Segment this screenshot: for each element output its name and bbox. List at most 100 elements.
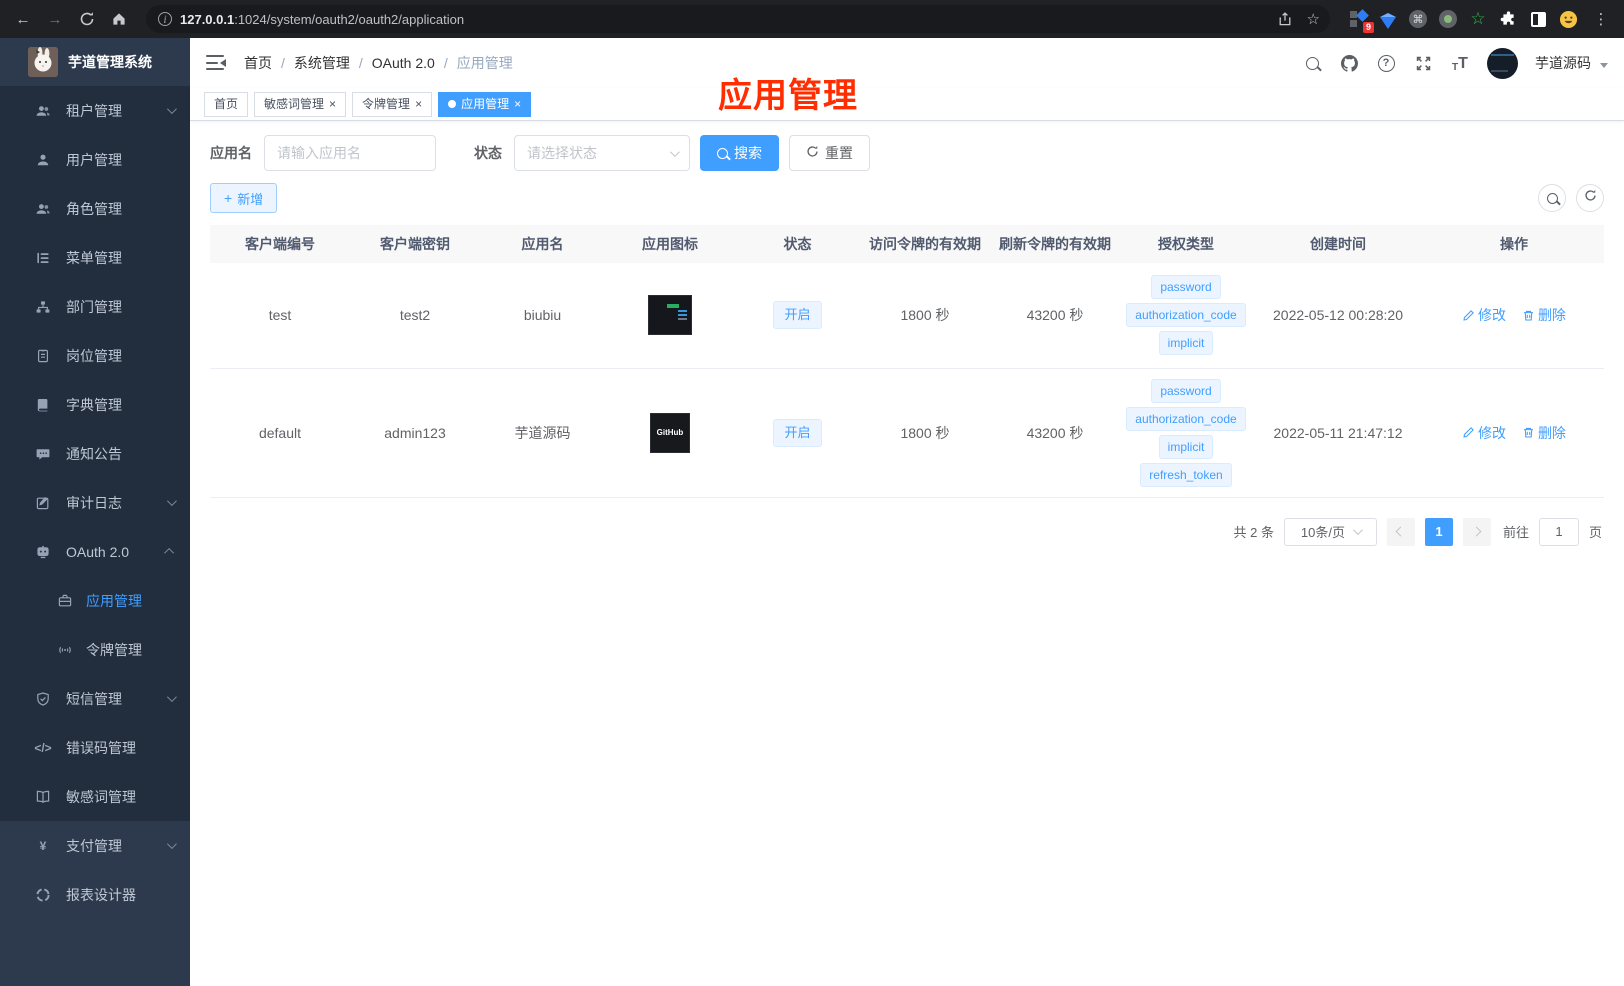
bookmark-star-icon[interactable]: ☆	[1307, 10, 1320, 28]
breadcrumb-item[interactable]: 系统管理	[294, 53, 350, 73]
sidebar-item-label: 角色管理	[66, 200, 122, 217]
sidebar-item-user[interactable]: 用户管理	[0, 135, 190, 184]
sidebar-item-menu[interactable]: 菜单管理	[0, 233, 190, 282]
sidebar-menu-bottom: ¥ 支付管理 报表设计器	[0, 821, 190, 919]
status-select[interactable]: 请选择状态	[514, 135, 690, 171]
sidebar-item-report[interactable]: 报表设计器	[0, 870, 190, 919]
username[interactable]: 芋道源码	[1535, 53, 1591, 73]
search-button[interactable]: 搜索	[700, 135, 779, 171]
sidebar-item-label: OAuth 2.0	[66, 543, 130, 560]
tag-label: 敏感词管理	[264, 96, 325, 111]
top-navbar: 首页 / 系统管理 / OAuth 2.0 / 应用管理 ? TT 芋道源码	[190, 38, 1624, 88]
tag-application-active[interactable]: 应用管理 ×	[438, 91, 532, 117]
cell-created-at: 2022-05-11 21:47:12	[1252, 368, 1424, 498]
app-icon-github: GitHub	[650, 412, 690, 453]
sidebar-item-dept[interactable]: 部门管理	[0, 282, 190, 331]
browser-profile-avatar[interactable]	[1558, 9, 1578, 29]
toggle-search-button[interactable]	[1538, 184, 1566, 212]
github-icon[interactable]	[1339, 53, 1359, 73]
robot-icon	[34, 543, 52, 561]
sidebar-item-label: 部门管理	[66, 298, 122, 315]
share-icon[interactable]	[1277, 11, 1293, 27]
edit-button[interactable]: 修改	[1462, 423, 1506, 443]
page-size-select[interactable]: 10条/页	[1283, 517, 1377, 546]
sidebar-item-oauth-application[interactable]: 应用管理	[0, 576, 190, 625]
delete-button[interactable]: 删除	[1522, 305, 1566, 325]
close-icon[interactable]: ×	[514, 93, 521, 116]
delete-label: 删除	[1537, 424, 1566, 441]
tag-sensitiveword[interactable]: 敏感词管理 ×	[254, 91, 347, 117]
sidebar-item-oauth[interactable]: OAuth 2.0	[0, 527, 190, 576]
extension-gem-icon[interactable]	[1378, 9, 1398, 29]
reset-button-label: 重置	[825, 145, 853, 161]
close-icon[interactable]: ×	[329, 93, 336, 116]
sidebar-item-dict[interactable]: 字典管理	[0, 380, 190, 429]
sidebar-logo[interactable]: 芋道管理系统	[0, 38, 190, 86]
extension-tabs-icon[interactable]: 9	[1348, 9, 1374, 33]
extension-record-icon[interactable]	[1438, 9, 1458, 29]
sidebar-item-sms[interactable]: 短信管理	[0, 674, 190, 723]
sidebar-item-role[interactable]: 角色管理	[0, 184, 190, 233]
sidebar-item-tenant[interactable]: 租户管理	[0, 86, 190, 135]
caret-down-icon[interactable]	[1600, 62, 1608, 68]
sidebar-item-label: 报表设计器	[66, 886, 136, 903]
status-select-placeholder: 请选择状态	[527, 145, 597, 161]
user-avatar[interactable]	[1487, 47, 1518, 79]
cell-status: 开启	[735, 263, 860, 369]
tag-home[interactable]: 首页	[204, 91, 249, 117]
grant-type-tag: authorization_code	[1126, 303, 1246, 328]
sidebar-item-notice[interactable]: 通知公告	[0, 429, 190, 478]
font-size-icon[interactable]: TT	[1450, 53, 1470, 73]
chevron-down-icon	[1352, 525, 1363, 536]
breadcrumb-item[interactable]: 首页	[244, 53, 272, 73]
current-page-button[interactable]: 1	[1424, 517, 1453, 546]
extension-puzzle-icon[interactable]	[1498, 9, 1518, 29]
close-icon[interactable]: ×	[415, 93, 422, 116]
extension-splitview-icon[interactable]	[1528, 9, 1548, 29]
browser-back-button[interactable]: ←	[10, 6, 36, 32]
add-button[interactable]: 新增	[210, 183, 278, 213]
browser-reload-button[interactable]	[74, 6, 100, 32]
sidebar-item-audit[interactable]: 审计日志	[0, 478, 190, 527]
sidebar-collapse-icon[interactable]	[206, 55, 226, 71]
cell-app-name: biubiu	[480, 263, 605, 369]
sidebar-item-sensitiveword[interactable]: 敏感词管理	[0, 772, 190, 821]
fullscreen-icon[interactable]	[1413, 53, 1433, 73]
sidebar-item-pay[interactable]: ¥ 支付管理	[0, 821, 190, 870]
status-label: 状态	[474, 145, 502, 161]
navbar-actions: ? TT 芋道源码	[1302, 47, 1608, 79]
delete-button[interactable]: 删除	[1522, 423, 1566, 443]
search-icon[interactable]	[1302, 53, 1322, 73]
col-created-at: 创建时间	[1252, 225, 1424, 263]
app-window: 芋道管理系统 租户管理 用户管理 角色管理 菜单管理 部门管理 岗位管理 字典管…	[0, 38, 1624, 986]
site-info-icon[interactable]: i	[158, 12, 172, 26]
tag-token[interactable]: 令牌管理 ×	[352, 91, 433, 117]
open-book-icon	[34, 788, 52, 806]
chevron-left-icon	[1396, 526, 1406, 537]
help-icon[interactable]: ?	[1376, 53, 1396, 73]
browser-forward-button[interactable]: →	[42, 6, 68, 32]
sidebar-item-post[interactable]: 岗位管理	[0, 331, 190, 380]
app-name-input[interactable]	[264, 135, 436, 171]
address-bar[interactable]: i 127.0.0.1:1024/system/oauth2/oauth2/ap…	[146, 5, 1330, 33]
sidebar-item-oauth-token[interactable]: 令牌管理	[0, 625, 190, 674]
reload-icon	[80, 12, 94, 26]
refresh-table-button[interactable]	[1576, 184, 1604, 212]
prev-page-button[interactable]	[1386, 517, 1415, 546]
filter-form: 应用名 状态 请选择状态 搜索 重置	[210, 135, 1604, 171]
edit-button[interactable]: 修改	[1462, 305, 1506, 325]
url-path: :1024/system/oauth2/oauth2/application	[234, 11, 465, 27]
browser-home-button[interactable]	[106, 6, 132, 32]
goto-page-input[interactable]	[1538, 517, 1579, 546]
extension-star-icon[interactable]: ☆	[1468, 9, 1488, 29]
sidebar-item-label: 短信管理	[66, 690, 122, 707]
breadcrumb-separator: /	[281, 55, 285, 71]
reset-button[interactable]: 重置	[789, 135, 870, 171]
sidebar: 芋道管理系统 租户管理 用户管理 角色管理 菜单管理 部门管理 岗位管理 字典管…	[0, 38, 190, 986]
breadcrumb-item[interactable]: OAuth 2.0	[372, 55, 435, 71]
extension-command-icon[interactable]: ⌘	[1408, 9, 1428, 29]
browser-menu-icon[interactable]: ⋮	[1588, 6, 1614, 32]
pagination: 共 2 条 10条/页 1 前往 页	[210, 517, 1604, 546]
sidebar-item-errorcode[interactable]: </> 错误码管理	[0, 723, 190, 772]
next-page-button[interactable]	[1462, 517, 1491, 546]
